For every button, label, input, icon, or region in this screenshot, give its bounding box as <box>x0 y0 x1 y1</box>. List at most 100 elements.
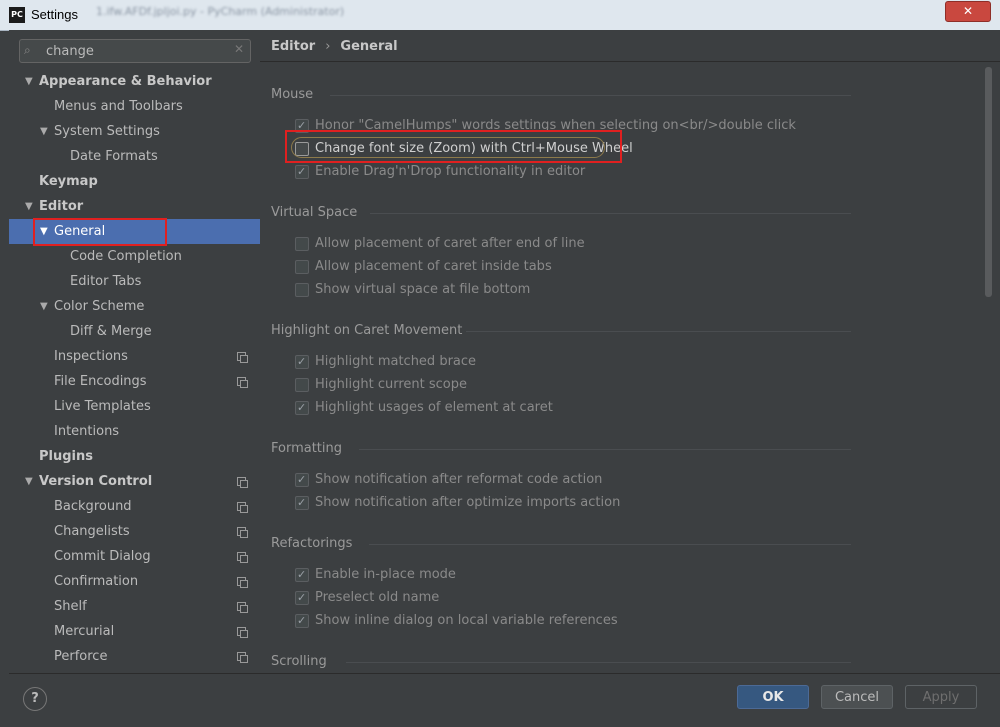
section-divider <box>346 662 851 663</box>
settings-search[interactable]: ⌕ ✕ <box>19 39 251 63</box>
project-level-icon <box>237 477 248 488</box>
option-label: Allow placement of caret inside tabs <box>315 259 552 274</box>
option-label: Highlight current scope <box>315 377 467 392</box>
sidebar-item-mercurial[interactable]: Mercurial <box>9 619 260 644</box>
sidebar-item-live-templates[interactable]: Live Templates <box>9 394 260 419</box>
clear-search-icon[interactable]: ✕ <box>234 42 244 56</box>
section-divider <box>330 95 851 96</box>
window-title: Settings <box>31 7 78 22</box>
sidebar-item-label: Commit Dialog <box>54 549 151 564</box>
breadcrumb-general: General <box>340 39 398 54</box>
option-label: Show virtual space at file bottom <box>315 282 531 297</box>
project-level-icon <box>237 502 248 513</box>
option-label: Show notification after optimize imports… <box>315 495 621 510</box>
background-window-title: 1.ifw.AFDf.jpljoi.py - PyCharm (Administ… <box>96 5 345 18</box>
checkbox-checked[interactable] <box>295 612 309 630</box>
checkbox-checked[interactable] <box>295 589 309 607</box>
checkbox-unchecked[interactable] <box>295 237 309 251</box>
sidebar-item-color-scheme[interactable]: ▼ Color Scheme <box>9 294 260 319</box>
sidebar-item-file-encodings[interactable]: File Encodings <box>9 369 260 394</box>
expand-arrow-icon[interactable]: ▼ <box>25 69 33 94</box>
sidebar-item-label: Perforce <box>54 649 108 664</box>
apply-button[interactable]: Apply <box>905 685 977 709</box>
cancel-button[interactable]: Cancel <box>821 685 893 709</box>
sidebar-item-label: Editor Tabs <box>70 274 142 289</box>
checkbox-unchecked[interactable] <box>295 283 309 297</box>
sidebar-item-background[interactable]: Background <box>9 494 260 519</box>
close-button[interactable]: ✕ <box>945 1 991 22</box>
sidebar-item-label: Code Completion <box>70 249 182 264</box>
focus-ring-zoom-option <box>291 137 605 158</box>
sidebar-item-label: Intentions <box>54 424 120 439</box>
sidebar-item-label: Confirmation <box>54 574 139 589</box>
sidebar-item-perforce[interactable]: Perforce <box>9 644 260 669</box>
checkbox-checked[interactable] <box>295 494 309 512</box>
sidebar-item-editor-tabs[interactable]: Editor Tabs <box>9 269 260 294</box>
sidebar-item-label: Inspections <box>54 349 128 364</box>
checkbox-unchecked[interactable] <box>295 260 309 274</box>
option-label: Enable in-place mode <box>315 567 456 582</box>
section-header-formatting: Formatting <box>271 441 343 456</box>
sidebar-item-label: Version Control <box>39 474 153 489</box>
section-header-scrolling: Scrolling <box>271 654 327 669</box>
sidebar-item-label: Shelf <box>54 599 87 614</box>
sidebar-item-date-formats[interactable]: Date Formats <box>9 144 260 169</box>
breadcrumb-editor: Editor <box>271 39 316 54</box>
project-level-icon <box>237 577 248 588</box>
checkbox-checked[interactable] <box>295 163 309 181</box>
checkbox-checked[interactable] <box>295 399 309 417</box>
sidebar-item-label: Background <box>54 499 132 514</box>
sidebar-item-editor[interactable]: ▼ Editor <box>9 194 260 219</box>
expand-arrow-icon[interactable]: ▼ <box>25 194 33 219</box>
search-input[interactable] <box>44 42 228 61</box>
option-label: Preselect old name <box>315 590 440 605</box>
section-divider <box>359 449 851 450</box>
section-divider <box>466 331 851 332</box>
content-scrollbar[interactable] <box>985 67 992 297</box>
expand-arrow-icon[interactable]: ▼ <box>25 469 33 494</box>
option-label: Enable Drag'n'Drop functionality in edit… <box>315 164 586 179</box>
checkbox-checked[interactable] <box>295 353 309 371</box>
sidebar-item-diff-merge[interactable]: Diff & Merge <box>9 319 260 344</box>
title-bar: PC Settings 1.ifw.AFDf.jpljoi.py - PyCha… <box>0 0 1000 31</box>
sidebar-item-keymap[interactable]: Keymap <box>9 169 260 194</box>
sidebar-item-label: Live Templates <box>54 399 151 414</box>
settings-sidebar: ⌕ ✕ ▼ Appearance & Behavior Menus and Tool… <box>9 30 268 673</box>
expand-arrow-icon[interactable]: ▼ <box>40 119 48 144</box>
project-level-icon <box>237 377 248 388</box>
option-label: Highlight matched brace <box>315 354 477 369</box>
option-label: Allow placement of caret after end of li… <box>315 236 585 251</box>
option-label: Show notification after reformat code ac… <box>315 472 603 487</box>
sidebar-item-label: Plugins <box>39 449 93 464</box>
section-divider <box>369 544 851 545</box>
sidebar-item-label: Diff & Merge <box>70 324 152 339</box>
sidebar-item-changelists[interactable]: Changelists <box>9 519 260 544</box>
sidebar-item-commit-dialog[interactable]: Commit Dialog <box>9 544 260 569</box>
checkbox-checked[interactable] <box>295 471 309 489</box>
ok-button[interactable]: OK <box>737 685 809 709</box>
sidebar-item-inspections[interactable]: Inspections <box>9 344 260 369</box>
sidebar-item-menus-and-toolbars[interactable]: Menus and Toolbars <box>9 94 260 119</box>
sidebar-item-label: Date Formats <box>70 149 158 164</box>
sidebar-item-appearance-behavior[interactable]: ▼ Appearance & Behavior <box>9 69 260 94</box>
settings-content: Editor›General MouseHonor "CamelHumps" w… <box>260 30 1000 673</box>
expand-arrow-icon[interactable]: ▼ <box>40 294 48 319</box>
sidebar-item-label: Appearance & Behavior <box>39 74 212 89</box>
sidebar-item-shelf[interactable]: Shelf <box>9 594 260 619</box>
project-level-icon <box>237 602 248 613</box>
sidebar-item-confirmation[interactable]: Confirmation <box>9 569 260 594</box>
sidebar-item-label: Color Scheme <box>54 299 145 314</box>
section-header-virtual-space: Virtual Space <box>271 205 358 220</box>
breadcrumb-divider <box>260 61 1000 62</box>
checkbox-checked[interactable] <box>295 566 309 584</box>
sidebar-item-intentions[interactable]: Intentions <box>9 419 260 444</box>
help-button[interactable]: ? <box>23 687 47 711</box>
sidebar-item-plugins[interactable]: Plugins <box>9 444 260 469</box>
sidebar-item-version-control[interactable]: ▼ Version Control <box>9 469 260 494</box>
highlight-box-general <box>33 218 167 246</box>
checkbox-unchecked[interactable] <box>295 378 309 392</box>
sidebar-item-label: File Encodings <box>54 374 147 389</box>
section-divider <box>370 213 851 214</box>
sidebar-item-system-settings[interactable]: ▼ System Settings <box>9 119 260 144</box>
sidebar-item-code-completion[interactable]: Code Completion <box>9 244 260 269</box>
